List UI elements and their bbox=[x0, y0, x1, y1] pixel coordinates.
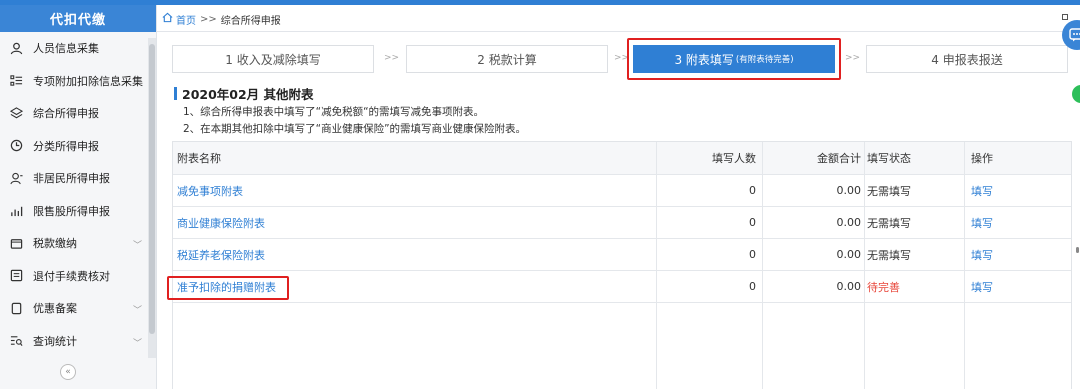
sidebar-item-special-deduction[interactable]: 专项附加扣除信息采集 bbox=[0, 65, 148, 98]
sidebar-item-comprehensive-income[interactable]: 综合所得申报 bbox=[0, 97, 148, 130]
sidebar-item-label: 优惠备案 bbox=[33, 302, 77, 316]
sidebar-item-label: 专项附加扣除信息采集 bbox=[33, 74, 143, 88]
header-status: 填写状态 bbox=[865, 142, 965, 174]
note-line: 2、在本期其他扣除中填写了“商业健康保险”的需填写商业健康保险附表。 bbox=[183, 123, 527, 135]
fill-status: 无需填写 bbox=[865, 175, 965, 206]
sidebar-item-label: 限售股所得申报 bbox=[33, 204, 110, 218]
sidebar-scrollbar[interactable] bbox=[148, 38, 156, 358]
step-separator: >> bbox=[384, 53, 400, 63]
side-handle[interactable] bbox=[1076, 247, 1079, 253]
attachment-name-link[interactable]: 商业健康保险附表 bbox=[177, 215, 265, 231]
sidebar-item-label: 税款缴纳 bbox=[33, 237, 77, 251]
sidebar-title: 代扣代缴 bbox=[0, 5, 156, 32]
section-title: 2020年02月 其他附表 bbox=[174, 84, 314, 103]
sidebar-item-personnel[interactable]: 人员信息采集 bbox=[0, 32, 148, 65]
search-list-icon bbox=[9, 334, 23, 348]
sidebar-item-label: 查询统计 bbox=[33, 334, 77, 348]
fill-count: 0 bbox=[657, 239, 763, 270]
divider bbox=[157, 31, 1080, 32]
step-label: 4 申报表报送 bbox=[931, 52, 1003, 67]
table-header-row: 附表名称 填写人数 金额合计 填写状态 操作 bbox=[173, 142, 1071, 175]
sidebar-item-query-statistics[interactable]: 查询统计 ﹀ bbox=[0, 325, 148, 358]
breadcrumb-current: 综合所得申报 bbox=[220, 15, 281, 27]
home-icon bbox=[162, 12, 173, 26]
chevron-down-icon: ﹀ bbox=[132, 241, 142, 251]
folder-icon bbox=[9, 236, 23, 250]
table-row: 减免事项附表 0 0.00 无需填写 填写 bbox=[173, 175, 1071, 207]
table-row: 税延养老保险附表 0 0.00 无需填写 填写 bbox=[173, 239, 1071, 271]
breadcrumb: 首页 >> 综合所得申报 bbox=[162, 11, 281, 27]
chevron-down-icon: ﹀ bbox=[132, 338, 142, 349]
amount-total: 0.00 bbox=[763, 175, 865, 206]
sidebar-scrollbar-thumb[interactable] bbox=[149, 44, 155, 334]
sidebar-item-preferential-filing[interactable]: 优惠备案 ﹀ bbox=[0, 292, 148, 325]
fill-count: 0 bbox=[657, 271, 763, 302]
highlight-box-step bbox=[627, 38, 841, 80]
step-income-deduction[interactable]: 1 收入及减除填写 bbox=[172, 45, 374, 73]
file-icon bbox=[9, 301, 23, 315]
fill-link[interactable]: 填写 bbox=[971, 247, 993, 263]
amount-total: 0.00 bbox=[763, 239, 865, 270]
sidebar-item-classified-income[interactable]: 分类所得申报 bbox=[0, 130, 148, 163]
header-amount: 金额合计 bbox=[763, 142, 865, 174]
fill-link[interactable]: 填写 bbox=[971, 279, 993, 295]
note-line: 1、综合所得申报表中填写了“减免税额“的需填写减免事项附表。 bbox=[183, 106, 485, 118]
header-operation: 操作 bbox=[971, 152, 993, 165]
document-icon bbox=[9, 269, 23, 283]
list-icon bbox=[9, 74, 23, 88]
amount-total: 0.00 bbox=[763, 207, 865, 238]
chevron-down-icon: ﹀ bbox=[132, 306, 142, 316]
fill-count: 0 bbox=[657, 207, 763, 238]
layers-icon bbox=[9, 106, 23, 120]
sidebar-item-nonresident-income[interactable]: 非居民所得申报 bbox=[0, 162, 148, 195]
collapse-sidebar-button[interactable]: « bbox=[60, 364, 76, 380]
bar-chart-icon bbox=[9, 204, 23, 218]
person-icon bbox=[9, 41, 23, 55]
person-outline-icon bbox=[9, 171, 23, 185]
sidebar-item-label: 非居民所得申报 bbox=[33, 172, 110, 186]
sidebar-item-label: 分类所得申报 bbox=[33, 139, 99, 153]
breadcrumb-home-link[interactable]: 首页 bbox=[176, 12, 196, 27]
fill-link[interactable]: 填写 bbox=[971, 215, 993, 231]
section-title-bar bbox=[174, 87, 177, 100]
attachment-name-link[interactable]: 减免事项附表 bbox=[177, 183, 243, 199]
sidebar-menu: 人员信息采集 专项附加扣除信息采集 综合所得申报 分类所得申报 非居民所得申报 … bbox=[0, 32, 148, 357]
step-separator: >> bbox=[845, 53, 861, 63]
sidebar-item-label: 综合所得申报 bbox=[33, 107, 99, 121]
step-label: 2 税款计算 bbox=[477, 52, 537, 67]
fill-link[interactable]: 填写 bbox=[971, 183, 993, 199]
amount-total: 0.00 bbox=[763, 271, 865, 302]
breadcrumb-separator: >> bbox=[200, 13, 217, 25]
fill-status-warning: 待完善 bbox=[867, 280, 900, 294]
step-label: 1 收入及减除填写 bbox=[225, 52, 321, 67]
sidebar-item-tax-payment[interactable]: 税款缴纳 ﹀ bbox=[0, 227, 148, 260]
table-empty-area bbox=[173, 303, 1071, 389]
header-name: 附表名称 bbox=[173, 142, 657, 174]
attachments-table: 附表名称 填写人数 金额合计 填写状态 操作 减免事项附表 0 0.00 无需填… bbox=[172, 141, 1072, 389]
step-submit-report[interactable]: 4 申报表报送 bbox=[866, 45, 1068, 73]
step-tax-calculation[interactable]: 2 税款计算 bbox=[406, 45, 608, 73]
sidebar-item-label: 人员信息采集 bbox=[33, 42, 99, 56]
section-title-text: 2020年02月 其他附表 bbox=[182, 87, 314, 102]
table-row: 商业健康保险附表 0 0.00 无需填写 填写 bbox=[173, 207, 1071, 239]
highlight-box-row bbox=[167, 276, 289, 300]
top-accent-bar bbox=[0, 0, 1080, 5]
sidebar-item-refund-fee-check[interactable]: 退付手续费核对 bbox=[0, 260, 148, 293]
sidebar: 代扣代缴 人员信息采集 专项附加扣除信息采集 综合所得申报 分类所得申报 非居民… bbox=[0, 5, 157, 389]
sidebar-item-label: 退付手续费核对 bbox=[33, 269, 110, 283]
assistant-icon[interactable] bbox=[1070, 83, 1080, 105]
restore-window-icon[interactable] bbox=[1062, 14, 1068, 20]
sidebar-item-restricted-stock[interactable]: 限售股所得申报 bbox=[0, 195, 148, 228]
fill-count: 0 bbox=[657, 175, 763, 206]
fill-status: 无需填写 bbox=[865, 207, 965, 238]
header-count: 填写人数 bbox=[657, 142, 763, 174]
fill-status: 无需填写 bbox=[865, 239, 965, 270]
clock-icon bbox=[9, 139, 23, 153]
table-row: 准予扣除的捐赠附表 0 0.00 待完善 填写 bbox=[173, 271, 1071, 303]
attachment-name-link[interactable]: 税延养老保险附表 bbox=[177, 247, 265, 263]
